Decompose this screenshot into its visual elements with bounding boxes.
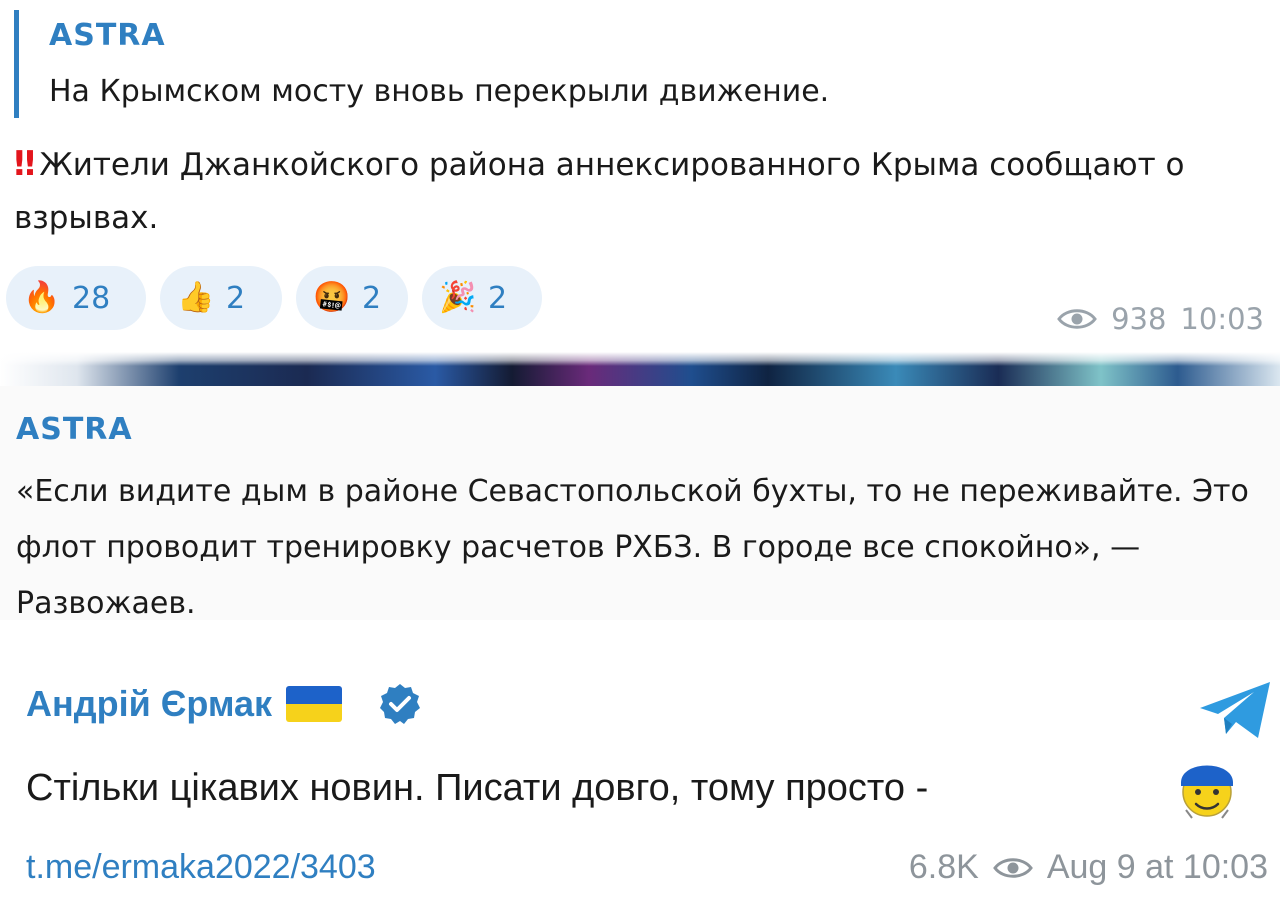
views-count: 6.8K	[908, 848, 979, 886]
image-strip	[0, 352, 1280, 386]
eye-icon	[992, 857, 1033, 878]
message-body: Жители Джанкойского района аннексированн…	[14, 147, 1185, 236]
reply-text: На Крымском мосту вновь перекрыли движен…	[49, 74, 830, 109]
thumbs-up-icon: 👍	[177, 280, 215, 315]
message-author[interactable]: ASTRA	[16, 412, 133, 448]
message-astra-1: ASTRA На Крымском мосту вновь перекрыли …	[0, 0, 1280, 350]
ukraine-flag-icon	[286, 686, 343, 722]
message-text: Стільки цікавих новин. Писати довго, том…	[26, 767, 929, 809]
reply-author: ASTRA	[49, 18, 166, 53]
fire-icon: 🔥	[23, 280, 61, 315]
reaction-count: 28	[72, 280, 111, 316]
message-text: ‼ Жители Джанкойского района аннексирован…	[14, 138, 1244, 245]
message-meta: 6.8K Aug 9 at 10:03	[909, 848, 1268, 887]
message-time: 10:03	[1180, 302, 1264, 336]
reactions-bar: 🔥 28 👍 2 🤬 2 🎉 2	[6, 266, 542, 330]
cursing-face-icon: 🤬	[313, 280, 351, 315]
post-link[interactable]: t.me/ermaka2022/3403	[26, 848, 376, 887]
message-meta: 938 10:03	[1057, 302, 1264, 336]
reaction-count: 2	[488, 280, 508, 316]
helmet-face-emoji-icon	[1181, 765, 1233, 819]
message-astra-2: ASTRA «Если видите дым в районе Севастоп…	[0, 386, 1280, 621]
message-ermak: Андрій Єрмак Стільки цікавих новин. Писа…	[0, 620, 1280, 905]
reaction-count: 2	[226, 280, 246, 316]
reply-quote[interactable]: ASTRA На Крымском мосту вновь перекрыли …	[14, 10, 829, 118]
message-text: «Если видите дым в районе Севастопольско…	[16, 474, 1249, 621]
double-exclamation-icon: ‼	[14, 144, 35, 184]
reaction-cursing-face[interactable]: 🤬 2	[296, 266, 408, 330]
author-name[interactable]: Андрій Єрмак	[26, 683, 272, 725]
message-date: Aug 9 at 10:03	[1046, 848, 1268, 886]
party-popper-icon: 🎉	[439, 280, 477, 315]
verified-badge-icon	[380, 684, 421, 724]
reaction-fire[interactable]: 🔥 28	[6, 266, 146, 330]
message-author-row: Андрій Єрмак	[26, 682, 422, 726]
reaction-thumbs-up[interactable]: 👍 2	[160, 266, 282, 330]
eye-icon	[1057, 309, 1097, 329]
telegram-icon[interactable]	[1196, 676, 1276, 746]
reaction-party-popper[interactable]: 🎉 2	[422, 266, 542, 330]
views-count: 938	[1111, 302, 1167, 336]
reaction-count: 2	[362, 280, 382, 316]
